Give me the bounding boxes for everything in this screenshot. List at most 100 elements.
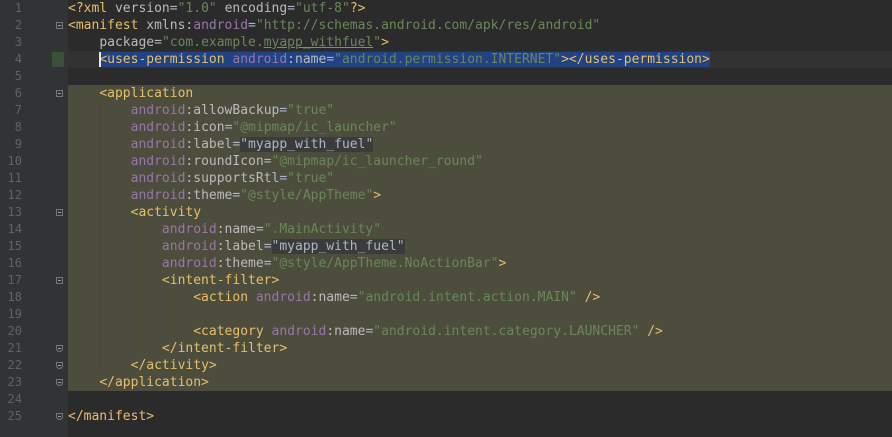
line-number: 17 <box>7 273 22 287</box>
code-line[interactable]: </activity> <box>68 357 892 374</box>
code-token: ></uses-permission> <box>561 52 710 67</box>
code-token: "@mipmap/ic_launcher" <box>232 120 397 135</box>
code-token: :label <box>185 137 233 152</box>
line-number-gutter[interactable]: 1 2 3 4 5 6 7 8 9 10 11 12 13 14 15 16 17 18 19 20 21 22 23 24 2… <box>0 0 68 437</box>
code-line[interactable]: </application> <box>68 374 892 391</box>
code-token: android <box>130 137 186 152</box>
code-token: android <box>232 52 288 67</box>
code-line[interactable] <box>68 306 892 323</box>
code-token: /> <box>576 290 601 305</box>
code-line[interactable]: <application <box>68 85 892 102</box>
code-line[interactable]: android:label="myapp_with_fuel" <box>68 136 892 153</box>
code-line[interactable]: android:allowBackup="true" <box>68 102 892 119</box>
line-number: 4 <box>14 52 22 66</box>
code-line[interactable]: android:icon="@mipmap/ic_launcher" <box>68 119 892 136</box>
code-line[interactable] <box>68 68 892 85</box>
code-token: android <box>271 324 327 339</box>
fold-start-icon[interactable] <box>56 277 63 284</box>
code-token: :theme <box>185 188 233 203</box>
code-token: <category <box>193 324 272 339</box>
code-token: "@style/AppTheme" <box>240 188 374 203</box>
code-line[interactable]: <?xml version="1.0" encoding="utf-8"?> <box>68 0 892 17</box>
fold-start-icon[interactable] <box>56 22 63 29</box>
code-line[interactable] <box>68 391 892 408</box>
code-line[interactable]: <manifest xmlns:android="http://schemas.… <box>68 17 892 34</box>
line-number: 6 <box>14 86 22 100</box>
code-token: </application> <box>99 375 209 390</box>
code-line[interactable]: <action android:name="android.intent.act… <box>68 289 892 306</box>
code-line[interactable]: android:theme="@style/AppTheme"> <box>68 187 892 204</box>
code-line[interactable]: android:theme="@style/AppTheme.NoActionB… <box>68 255 892 272</box>
line-number: 14 <box>7 222 22 236</box>
code-token: </intent-filter> <box>161 341 288 356</box>
code-token: <action <box>193 290 256 305</box>
code-token: = <box>326 52 335 67</box>
line-number: 10 <box>7 154 22 168</box>
code-token: "myapp_with_fuel" <box>271 239 405 254</box>
line-number: 21 <box>7 341 22 355</box>
code-line[interactable]: <activity <box>68 204 892 221</box>
code-token: xmlns: <box>146 18 194 33</box>
fold-end-icon[interactable] <box>56 345 63 352</box>
code-token: package <box>99 35 155 50</box>
code-token: :icon <box>185 120 225 135</box>
code-line[interactable]: android:supportsRtl="true" <box>68 170 892 187</box>
code-line[interactable]: <intent-filter> <box>68 272 892 289</box>
code-token: "android.intent.category.LAUNCHER" <box>373 324 640 339</box>
line-number: 15 <box>7 239 22 253</box>
code-token: android <box>130 154 186 169</box>
code-line[interactable]: <uses-permission android:name="android.p… <box>68 51 892 68</box>
code-line[interactable]: android:name=".MainActivity" <box>68 221 892 238</box>
code-token: "http://schemas.android.com/apk/res/andr… <box>255 18 601 33</box>
code-token: "com.example. <box>161 35 264 50</box>
code-token: > <box>381 35 389 50</box>
code-token: "myapp_with_fuel" <box>240 137 374 152</box>
code-area[interactable]: <?xml version="1.0" encoding="utf-8"?> <m… <box>68 0 892 437</box>
code-token: "android.permission.INTERNET" <box>334 52 562 67</box>
line-number: 13 <box>7 205 22 219</box>
fold-end-icon[interactable] <box>56 413 63 420</box>
code-line[interactable]: package="com.example.myapp_withfuel"> <box>68 34 892 51</box>
code-token: encoding <box>224 1 288 16</box>
code-token: </manifest> <box>68 409 155 424</box>
line-number: 12 <box>7 188 22 202</box>
code-line[interactable]: android:roundIcon="@mipmap/ic_launcher_r… <box>68 153 892 170</box>
fold-end-icon[interactable] <box>56 362 63 369</box>
line-number: 16 <box>7 256 22 270</box>
code-token: :roundIcon <box>185 154 264 169</box>
code-token: = <box>263 256 272 271</box>
fold-start-icon[interactable] <box>56 209 63 216</box>
code-line[interactable]: android:label="myapp_with_fuel" <box>68 238 892 255</box>
code-token: "@mipmap/ic_launcher_round" <box>271 154 483 169</box>
code-line[interactable]: </manifest> <box>68 408 892 425</box>
fold-start-icon[interactable] <box>56 90 63 97</box>
code-token: version <box>114 1 170 16</box>
line-number: 24 <box>7 392 22 406</box>
code-token: android <box>193 18 249 33</box>
code-token: ?> <box>349 1 366 16</box>
code-line[interactable]: <category android:name="android.intent.c… <box>68 323 892 340</box>
code-token: android <box>255 290 311 305</box>
code-token: = <box>248 18 256 33</box>
code-token: android <box>130 103 186 118</box>
change-marker <box>52 52 64 67</box>
fold-end-icon[interactable] <box>56 379 63 386</box>
code-editor[interactable]: 1 2 3 4 5 6 7 8 9 10 11 12 13 14 15 16 17 18 19 20 21 22 23 24 2… <box>0 0 892 437</box>
code-token: "@style/AppTheme.NoActionBar" <box>271 256 499 271</box>
code-token: "true" <box>287 103 335 118</box>
line-number: 20 <box>7 324 22 338</box>
code-token: android <box>130 188 186 203</box>
code-line[interactable]: </intent-filter> <box>68 340 892 357</box>
